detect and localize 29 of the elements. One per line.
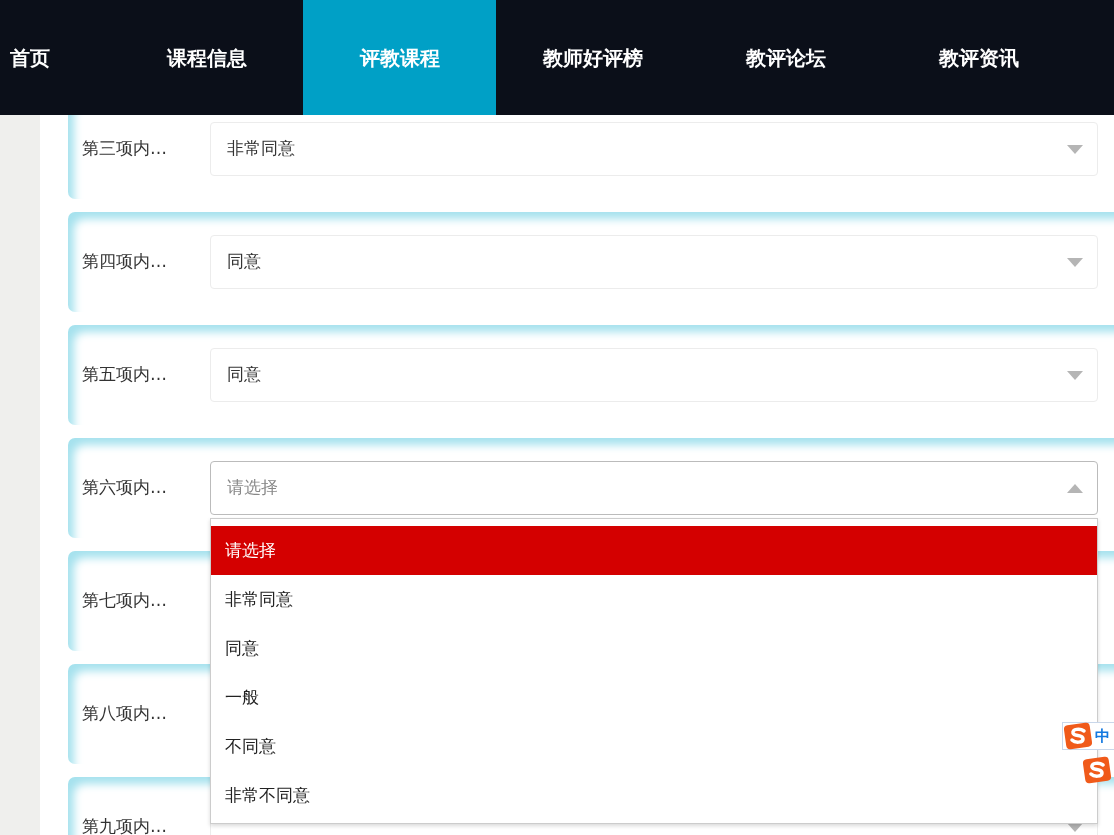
caret-icon — [1067, 370, 1083, 380]
ime-menu[interactable]: 中 — [1062, 722, 1114, 750]
question-label: 第三项内… — [82, 137, 168, 161]
question-label: 第四项内… — [82, 250, 168, 274]
select-field[interactable]: 同意 — [210, 348, 1098, 402]
question-label: 第五项内… — [82, 363, 168, 387]
ime-logo-icon — [1063, 722, 1093, 750]
nav-tab[interactable]: 课程信息 — [110, 0, 303, 115]
dropdown-option[interactable]: 请选择 — [211, 526, 1097, 575]
nav-tab[interactable]: 教评论坛 — [689, 0, 882, 115]
select-field[interactable]: 非常同意 — [210, 122, 1098, 176]
question-label: 第九项内… — [82, 815, 168, 835]
dropdown-option[interactable]: 同意 — [211, 624, 1097, 673]
question-label: 第六项内… — [82, 476, 168, 500]
caret-icon — [1067, 144, 1083, 154]
caret-icon — [1067, 257, 1083, 267]
select-field[interactable]: 同意 — [210, 235, 1098, 289]
dropdown-option[interactable]: 一般 — [211, 673, 1097, 722]
nav-tab[interactable]: 首页 — [0, 0, 110, 115]
dropdown-option[interactable]: 非常不同意 — [211, 771, 1097, 820]
nav-tab[interactable]: 教评资讯 — [882, 0, 1075, 115]
nav-tab[interactable]: 教师好评榜 — [496, 0, 689, 115]
dropdown-option[interactable]: 非常同意 — [211, 575, 1097, 624]
caret-icon — [1067, 483, 1083, 493]
caret-icon — [1067, 822, 1083, 832]
ime-mode-text[interactable]: 中 — [1095, 724, 1110, 748]
question-label: 第八项内… — [82, 702, 168, 726]
question-label: 第七项内… — [82, 589, 168, 613]
select-field[interactable]: 请选择 — [210, 461, 1098, 515]
